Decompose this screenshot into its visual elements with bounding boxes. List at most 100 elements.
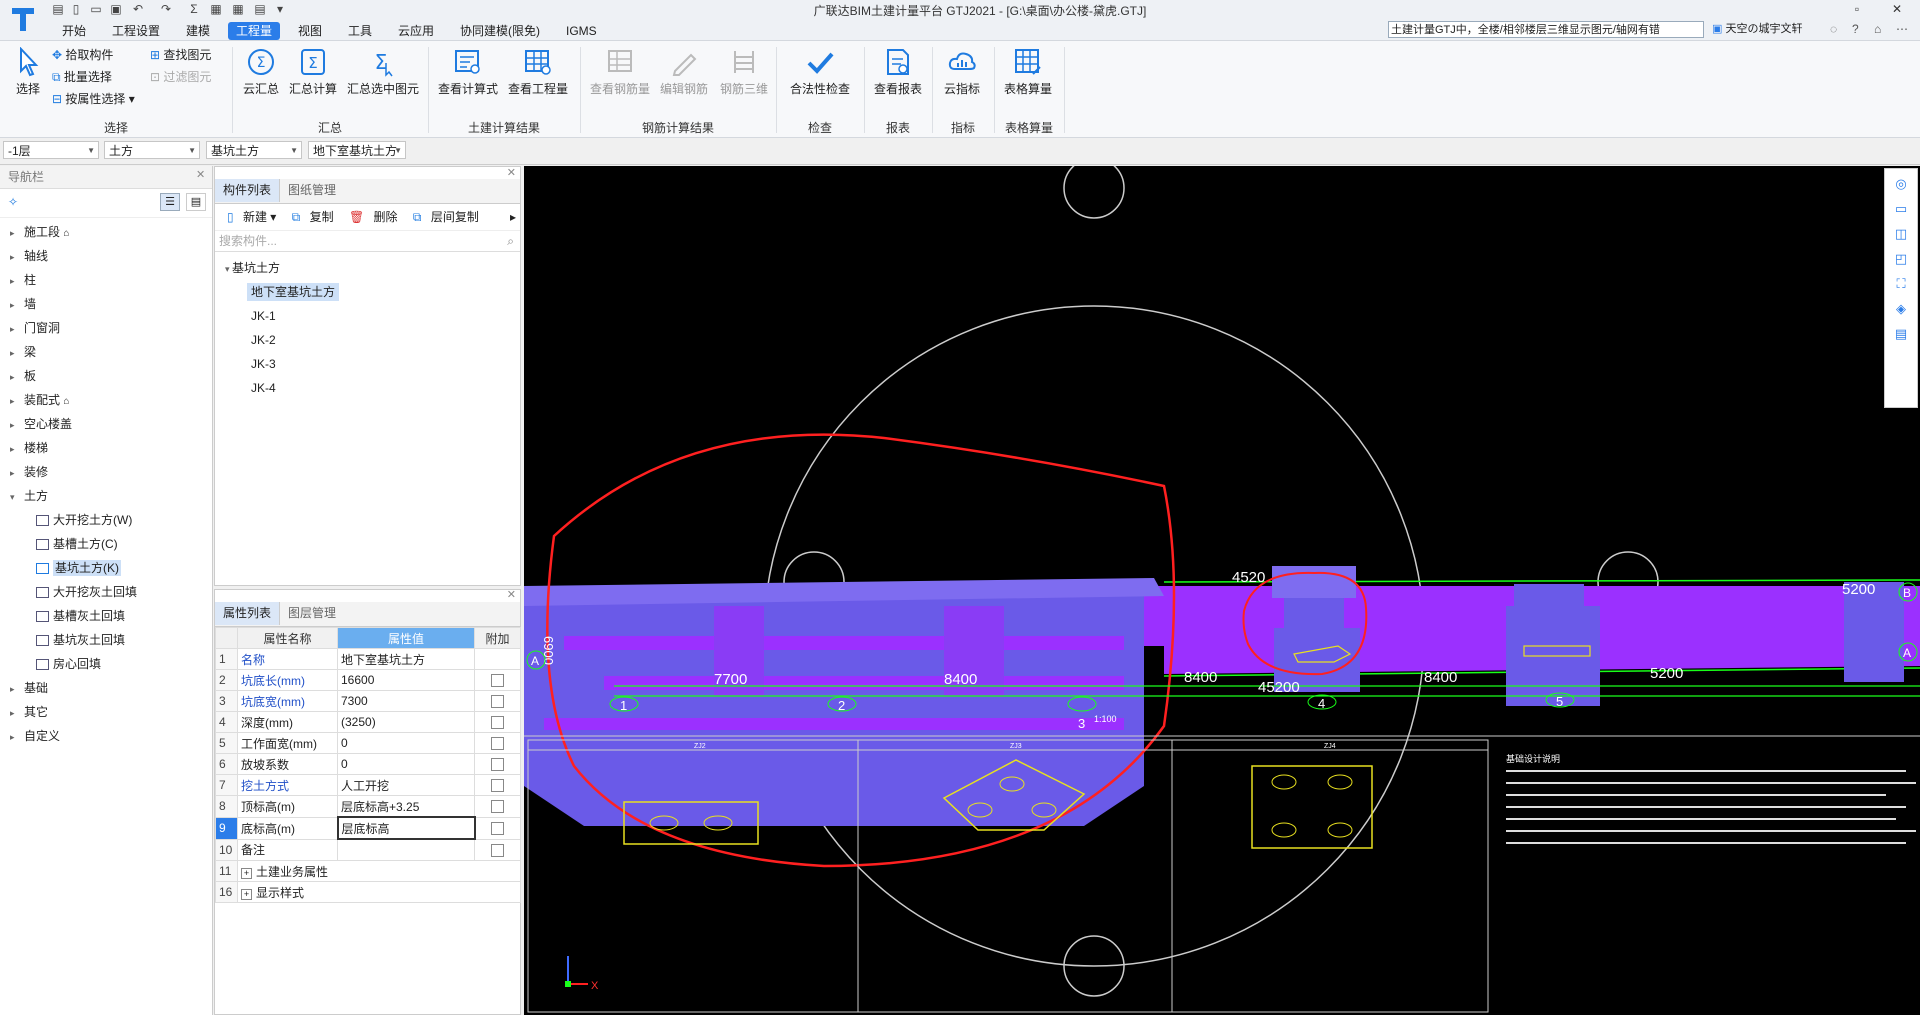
component-search[interactable]: 搜索构件... ⌕ <box>215 231 520 252</box>
checkbox[interactable] <box>491 779 504 793</box>
notice-ticker[interactable]: 土建计量GTJ中，全楼/相邻楼层三维显示图元/轴网有错 <box>1388 21 1704 38</box>
layers-icon[interactable]: ▤ <box>1892 326 1910 344</box>
edit-rebar-button[interactable]: 编辑钢筋 <box>656 47 712 97</box>
sum-icon[interactable]: Σ <box>186 2 202 16</box>
close-icon[interactable]: ✕ <box>507 588 516 601</box>
nav-item-axis[interactable]: ▸ 轴线 <box>10 244 212 268</box>
tab-layer-manager[interactable]: 图层管理 <box>280 602 344 625</box>
property-value[interactable]: 7300 <box>337 690 475 712</box>
pick-component-button[interactable]: ✥ 拾取构件 <box>52 47 113 63</box>
checkbox[interactable] <box>491 737 504 751</box>
sum-calc-button[interactable]: Σ 汇总计算 <box>286 47 340 97</box>
property-group[interactable]: + 土建业务属性 <box>237 860 521 882</box>
sum-selected-button[interactable]: Σ 汇总选中图元 <box>346 47 420 97</box>
nav-item-construction-section[interactable]: ▸ 施工段 ⌂ <box>10 220 212 244</box>
cloud-sum-button[interactable]: Σ 云汇总 <box>240 47 282 97</box>
property-value[interactable]: 0 <box>337 753 475 775</box>
floor-copy-button[interactable]: ⧉ 层间复制 <box>407 210 479 224</box>
nav-item-earthwork[interactable]: ▾ 土方 <box>10 484 212 508</box>
property-group[interactable]: + 显示样式 <box>237 881 521 903</box>
user-name[interactable]: ▣ 天空の城宇文轩 <box>1712 21 1802 38</box>
tree-item-basement-pit[interactable]: 地下室基坑土方 <box>225 280 520 304</box>
nav-item-decoration[interactable]: ▸ 装修 <box>10 460 212 484</box>
cloud-index-button[interactable]: 云指标 <box>938 47 986 97</box>
property-value[interactable]: 16600 <box>337 669 475 691</box>
floor-select[interactable]: -1层 ▼ <box>3 141 99 159</box>
legality-check-button[interactable]: 合法性检查 <box>784 47 856 97</box>
nav-item-slab[interactable]: ▸ 板 <box>10 364 212 388</box>
copy-component-button[interactable]: ⧉ 复制 <box>286 210 334 224</box>
dropdown-icon[interactable]: ▾ <box>272 2 288 16</box>
table-row[interactable]: 2 坑底长(mm) 16600 <box>215 669 521 691</box>
table-row[interactable]: 7 挖土方式 人工开挖 <box>215 774 521 796</box>
restore-icon[interactable]: ▫ <box>1848 2 1866 16</box>
table-row[interactable]: 8 顶标高(m) 层底标高+3.25 <box>215 795 521 818</box>
menu-collab[interactable]: 协同建模(限免) <box>460 22 540 40</box>
fullscreen-icon[interactable]: ⛶ <box>1892 276 1910 294</box>
tab-property-list[interactable]: 属性列表 <box>215 602 281 625</box>
checkbox[interactable] <box>491 822 505 836</box>
close-icon[interactable]: ✕ <box>196 168 205 181</box>
close-icon[interactable]: ✕ <box>507 166 516 179</box>
orbit-icon[interactable]: ◎ <box>1892 176 1910 194</box>
find-element-button[interactable]: ⊞ 查找图元 <box>150 47 211 63</box>
undo-icon[interactable]: ↶ <box>130 2 146 16</box>
open-icon[interactable]: ▤ <box>50 2 66 16</box>
nav-subitem-pit[interactable]: 基坑土方(K) <box>10 556 212 580</box>
property-value-editing[interactable]: 层底标高 <box>336 816 476 840</box>
nav-item-column[interactable]: ▸ 柱 <box>10 268 212 292</box>
home-icon[interactable]: ⌂ <box>1874 22 1881 36</box>
table-calc-button[interactable]: 表格算量 <box>1000 47 1056 97</box>
checkbox[interactable] <box>491 843 504 857</box>
print-icon[interactable]: ▤ <box>252 2 268 16</box>
menu-view[interactable]: 视图 <box>298 22 322 40</box>
more-tools-icon[interactable]: ▸ <box>510 204 516 230</box>
grid-icon[interactable]: ▦ <box>208 2 224 16</box>
nav-item-hollow-floor[interactable]: ▸ 空心楼盖 <box>10 412 212 436</box>
nav-item-other[interactable]: ▸ 其它 <box>10 700 212 724</box>
property-value[interactable]: 人工开挖 <box>337 774 475 796</box>
rebar-3d-button[interactable]: 钢筋三维 <box>716 47 772 97</box>
nav-subitem-trench[interactable]: 基槽土方(C) <box>10 532 212 556</box>
table-row[interactable]: 9 底标高(m) 层底标高 <box>215 816 521 840</box>
nav-item-stairs[interactable]: ▸ 楼梯 <box>10 436 212 460</box>
select-button[interactable]: 选择 <box>10 47 46 97</box>
close-icon[interactable]: ✕ <box>1888 2 1906 16</box>
help-icon[interactable]: ? <box>1852 22 1859 36</box>
nav-subitem-mass-backfill[interactable]: 大开挖灰土回填 <box>10 580 212 604</box>
more-icon[interactable]: ⋯ <box>1896 22 1908 36</box>
type-select[interactable]: 基坑土方 ▼ <box>206 141 302 159</box>
nav-item-custom[interactable]: ▸ 自定义 <box>10 724 212 748</box>
nav-item-foundation[interactable]: ▸ 基础 <box>10 676 212 700</box>
checkbox[interactable] <box>491 716 504 730</box>
tab-drawing-manager[interactable]: 图纸管理 <box>280 179 344 202</box>
property-value[interactable]: 0 <box>337 732 475 754</box>
view-3d-icon[interactable]: ◫ <box>1892 226 1910 244</box>
new-component-button[interactable]: ▯ 新建 ▾ <box>221 210 276 224</box>
delete-component-button[interactable]: 🗑 删除 <box>343 210 398 224</box>
nav-item-prefab[interactable]: ▸ 装配式 ⌂ <box>10 388 212 412</box>
tree-item-jk2[interactable]: JK-2 <box>225 328 520 352</box>
redo-icon[interactable]: ↷ <box>158 2 174 16</box>
select-by-attr-button[interactable]: ⊟ 按属性选择 ▾ <box>52 91 135 107</box>
view-rebar-button[interactable]: 查看钢筋量 <box>588 47 652 97</box>
menu-project-settings[interactable]: 工程设置 <box>112 22 160 40</box>
filter-element-button[interactable]: ⊡ 过滤图元 <box>150 69 211 85</box>
table-row[interactable]: 3 坑底宽(mm) 7300 <box>215 690 521 712</box>
nav-subitem-mass-excavation[interactable]: 大开挖土方(W) <box>10 508 212 532</box>
checkbox[interactable] <box>491 695 504 709</box>
detail-view-icon[interactable]: ▤ <box>186 193 206 211</box>
category-select[interactable]: 土方 ▼ <box>104 141 200 159</box>
table-row[interactable]: 5 工作面宽(mm) 0 <box>215 732 521 754</box>
menu-quantities[interactable]: 工程量 <box>228 22 281 40</box>
folder-icon[interactable]: ▭ <box>88 2 104 16</box>
list-view-icon[interactable]: ☰ <box>160 193 180 211</box>
nav-subitem-trench-backfill[interactable]: 基槽灰土回填 <box>10 604 212 628</box>
component-select[interactable]: 地下室基坑土方 ▼ <box>308 141 406 159</box>
menu-igms[interactable]: IGMS <box>566 22 597 40</box>
nav-subitem-room-backfill[interactable]: 房心回填 <box>10 652 212 676</box>
table-row[interactable]: 16 + 显示样式 <box>215 881 521 903</box>
table-row[interactable]: 11 + 土建业务属性 <box>215 860 521 882</box>
nav-item-openings[interactable]: ▸ 门窗洞 <box>10 316 212 340</box>
property-value[interactable]: 地下室基坑土方 <box>337 648 475 670</box>
